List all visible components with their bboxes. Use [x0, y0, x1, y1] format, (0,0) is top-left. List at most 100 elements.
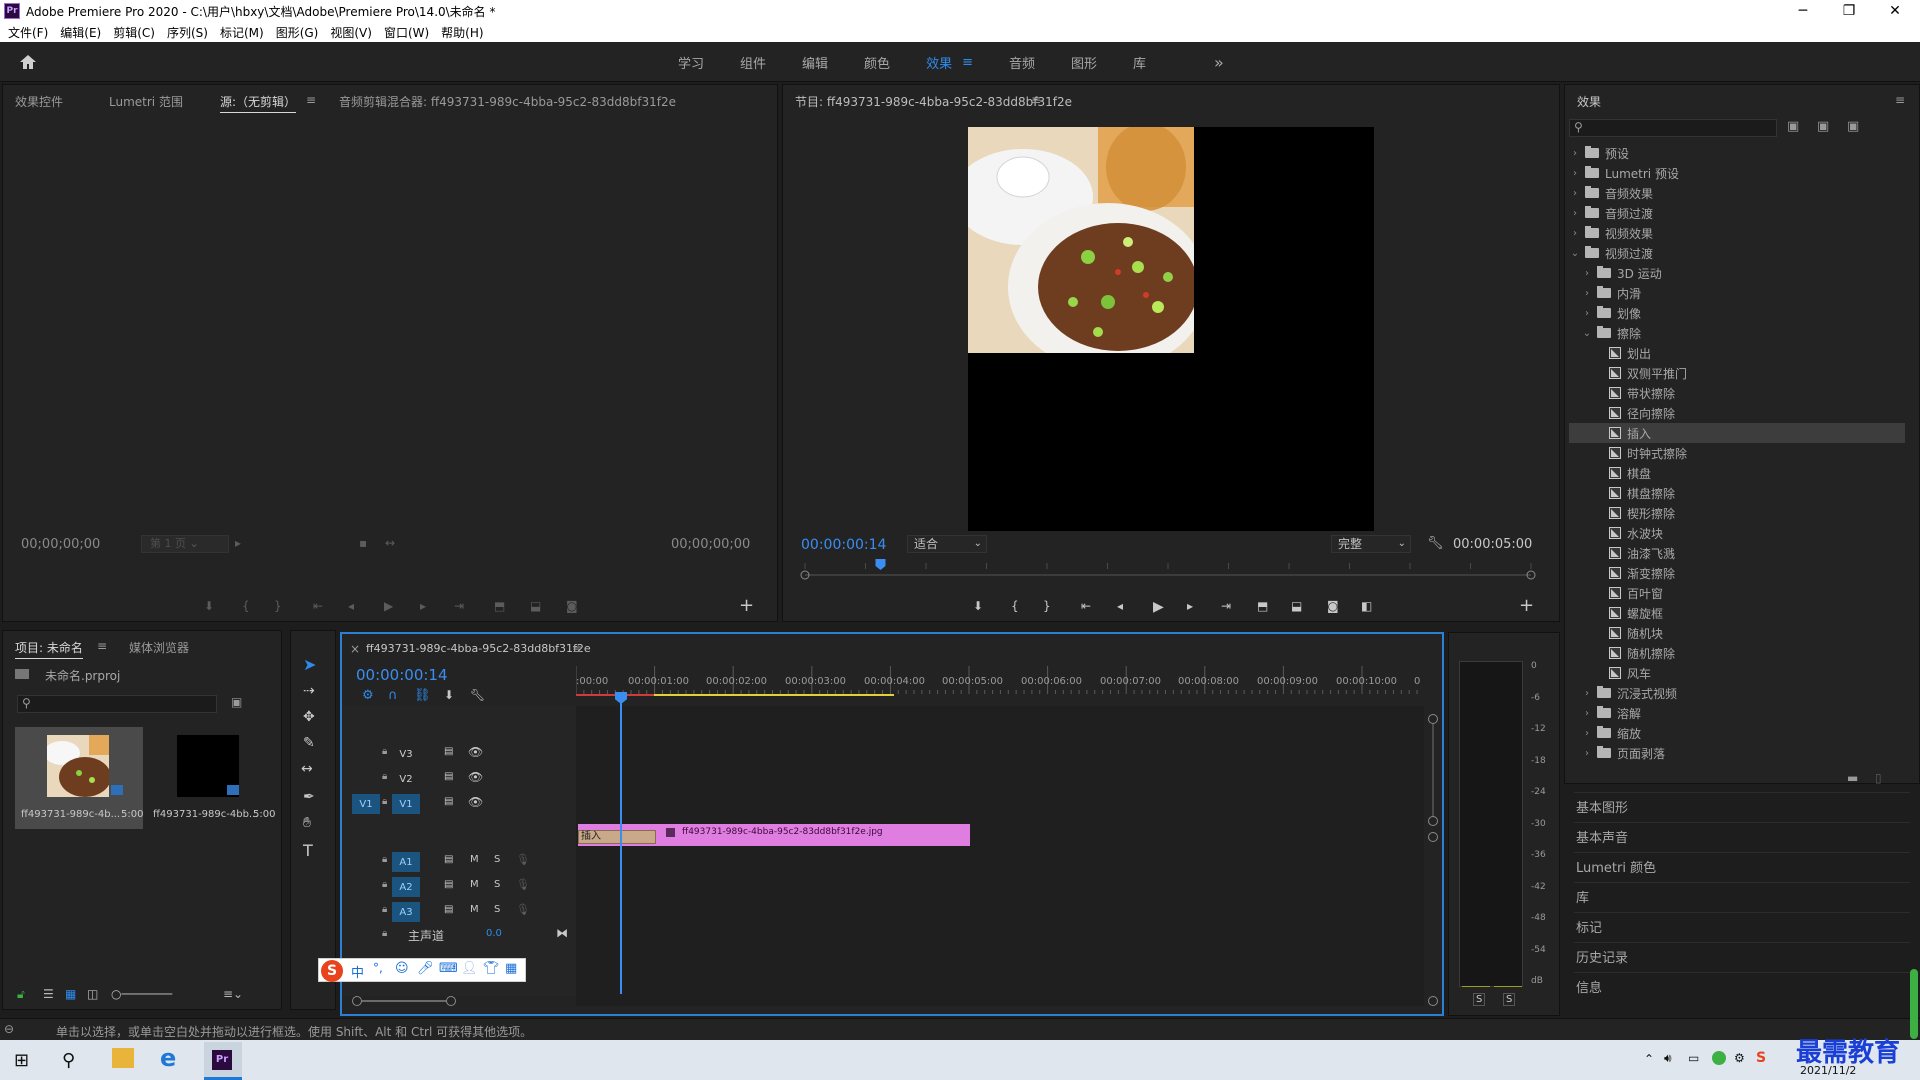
effect-item[interactable]: 径向擦除 [1569, 403, 1905, 423]
track-a3-label[interactable]: A3 [392, 902, 420, 922]
timeline-menu-icon[interactable]: ≡ [572, 642, 582, 656]
chevron-right-icon[interactable]: › [1581, 748, 1593, 759]
mic-icon[interactable]: 🎙︎ [516, 878, 530, 891]
effects-folder[interactable]: › 视频效果 [1569, 223, 1905, 243]
chevron-right-icon[interactable]: › [1569, 188, 1581, 199]
lock-icon[interactable]: 🔓︎ [17, 987, 25, 1002]
menu-help[interactable]: 帮助(H) [441, 24, 483, 41]
export-frame-icon[interactable]: ◙ [1327, 599, 1339, 613]
track-lock-icon[interactable]: 🔒︎ [382, 904, 387, 915]
add-marker-icon[interactable]: ⬇ [973, 599, 983, 613]
effect-item[interactable]: 楔形擦除 [1569, 503, 1905, 523]
track-a2-label[interactable]: A2 [392, 877, 420, 897]
mark-out-icon[interactable]: } [274, 599, 282, 613]
project-item[interactable]: ff493731-989c-4bb... 5:00 [147, 727, 275, 829]
file-explorer-icon[interactable] [112, 1048, 134, 1068]
program-scrub-bar[interactable] [799, 557, 1537, 583]
chevron-right-icon[interactable]: › [1569, 208, 1581, 219]
chevron-right-icon[interactable]: › [1581, 708, 1593, 719]
chevron-down-icon[interactable]: ⌄ [1581, 328, 1593, 339]
premiere-taskbar-item[interactable]: Pr [204, 1042, 242, 1080]
add-marker-icon[interactable]: ⬇ [444, 688, 454, 702]
sync-lock-icon[interactable]: ▤ [444, 904, 453, 915]
effects-search-input[interactable]: ⚲ [1569, 119, 1777, 137]
go-to-out-icon[interactable]: ⇥ [454, 599, 464, 613]
track-area[interactable] [576, 706, 1424, 1006]
track-lock-icon[interactable]: 🔒︎ [382, 771, 387, 782]
workspace-assembly[interactable]: 组件 [740, 53, 766, 72]
volume-icon[interactable]: 🔊︎ [1664, 1051, 1672, 1066]
ime-chinese-mode[interactable]: 中 [351, 962, 364, 981]
add-button[interactable]: + [739, 595, 754, 616]
panel-essential-sound[interactable]: 基本声音 [1574, 822, 1910, 850]
effects-folder[interactable]: › 缩放 [1569, 723, 1905, 743]
insert-icon[interactable]: ⬒ [494, 599, 505, 613]
menu-markers[interactable]: 标记(M) [220, 24, 264, 41]
close-tab-icon[interactable]: × [350, 642, 360, 656]
effect-item[interactable]: 棋盘擦除 [1569, 483, 1905, 503]
timeline-settings-icon[interactable]: 🔧︎ [470, 688, 485, 702]
mute-button[interactable]: M [470, 854, 479, 865]
chevron-right-icon[interactable]: › [1581, 288, 1593, 299]
sync-lock-icon[interactable]: ▤ [444, 771, 453, 782]
effects-folder[interactable]: › 3D 运动 [1569, 263, 1905, 283]
edge-browser-icon[interactable]: e [160, 1044, 176, 1072]
chevron-right-icon[interactable]: › [1569, 228, 1581, 239]
step-back-icon[interactable]: ◂ [348, 599, 354, 613]
type-tool-icon[interactable]: T [303, 841, 313, 860]
ripple-edit-tool-icon[interactable]: ✥ [303, 709, 315, 725]
effect-item[interactable]: 螺旋框 [1569, 603, 1905, 623]
vertical-scrollbar[interactable] [1428, 714, 1438, 1006]
effect-item[interactable]: 油漆飞溅 [1569, 543, 1905, 563]
hscroll-thumb[interactable] [362, 1000, 446, 1002]
effect-item[interactable]: 渐变擦除 [1569, 563, 1905, 583]
effects-folder[interactable]: › 内滑 [1569, 283, 1905, 303]
time-ruler[interactable]: :00:00 00:00:01:00 00:00:02:00 00:00:03:… [575, 664, 1442, 700]
sort-icon[interactable]: ≡⌄ [223, 987, 243, 1001]
sync-lock-icon[interactable]: ▤ [444, 796, 453, 807]
workspace-libraries[interactable]: 库 [1133, 53, 1146, 72]
tab-effect-controls[interactable]: 效果控件 [15, 93, 63, 110]
find-bin-icon[interactable]: ▣ [231, 695, 242, 709]
effects-folder[interactable]: › 沉浸式视频 [1569, 683, 1905, 703]
eye-icon[interactable]: 👁︎ [468, 795, 483, 809]
tab-lumetri-scopes[interactable]: Lumetri 范围 [109, 93, 183, 110]
ime-emoji-icon[interactable]: ☺ [395, 961, 409, 976]
solo-button[interactable]: S [494, 854, 500, 865]
razor-tool-icon[interactable]: ✎ [303, 735, 315, 751]
solo-button[interactable]: S [494, 879, 500, 890]
list-view-icon[interactable]: ☰ [43, 987, 54, 1001]
linked-selection-icon[interactable]: ⛓︎ [414, 688, 431, 703]
effects-folder[interactable]: › 音频效果 [1569, 183, 1905, 203]
chevron-right-icon[interactable]: › [1581, 268, 1593, 279]
tab-media-browser[interactable]: 媒体浏览器 [129, 639, 189, 656]
sync-lock-icon[interactable]: ▤ [444, 746, 453, 757]
chevron-right-icon[interactable]: › [1581, 308, 1593, 319]
effect-item[interactable]: 百叶窗 [1569, 583, 1905, 603]
step-back-icon[interactable]: ◂ [1117, 599, 1123, 613]
effects-folder[interactable]: › 音频过渡 [1569, 203, 1905, 223]
step-forward-icon[interactable]: ▸ [1187, 599, 1193, 613]
effects-folder[interactable]: › 划像 [1569, 303, 1905, 323]
delete-icon[interactable]: ▯ [1875, 771, 1882, 785]
export-frame-icon[interactable]: ◙ [566, 599, 578, 613]
effect-item[interactable]: 双侧平推门 [1569, 363, 1905, 383]
workspace-learn[interactable]: 学习 [678, 53, 704, 72]
ime-voice-icon[interactable]: 🎤︎ [417, 961, 434, 976]
quality-select[interactable]: 完整 ⌄ [1331, 535, 1411, 553]
scroll-handle-mid[interactable] [1428, 816, 1438, 826]
effect-item[interactable]: 水波块 [1569, 523, 1905, 543]
effects-menu-icon[interactable]: ≡ [1895, 93, 1905, 107]
track-v2-label[interactable]: V2 [392, 769, 420, 789]
menu-view[interactable]: 视图(V) [330, 24, 372, 41]
project-item[interactable]: ff493731-989c-4b... 5:00 [15, 727, 143, 829]
effect-item[interactable]: 划出 [1569, 343, 1905, 363]
go-to-in-icon[interactable]: ⇤ [1081, 599, 1091, 613]
search-icon[interactable]: ⚲ [62, 1050, 75, 1071]
go-to-out-icon[interactable]: ⇥ [1221, 599, 1231, 613]
add-button[interactable]: + [1519, 595, 1534, 616]
effects-folder[interactable]: ⌄ 擦除 [1569, 323, 1905, 343]
selection-tool-icon[interactable]: ➤ [303, 655, 316, 674]
menu-window[interactable]: 窗口(W) [384, 24, 429, 41]
step-forward-icon[interactable]: ▸ [420, 599, 426, 613]
